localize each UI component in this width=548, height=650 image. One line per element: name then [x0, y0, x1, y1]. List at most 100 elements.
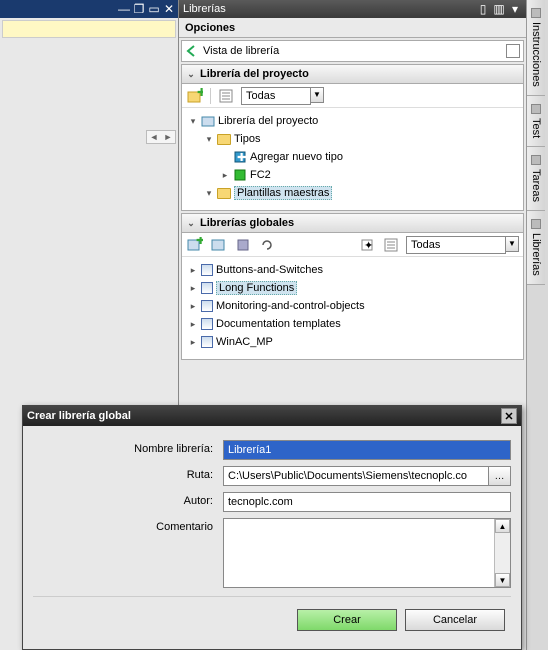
view-toggle-icon[interactable] — [506, 44, 520, 58]
tree-project-root[interactable]: ▾ Librería del proyecto — [184, 112, 521, 130]
tree-tipos[interactable]: ▾ Tipos — [184, 130, 521, 148]
side-tabs: Instrucciones Test Tareas Librerías — [526, 0, 548, 650]
expander-closed-icon[interactable]: ▸ — [188, 265, 198, 276]
cancelar-button[interactable]: Cancelar — [405, 609, 505, 631]
expander-closed-icon[interactable]: ▸ — [188, 319, 198, 330]
tree-label: Librería del proyecto — [218, 115, 318, 127]
dropdown-arrow-icon[interactable]: ▼ — [505, 236, 519, 252]
tree-label: WinAC_MP — [216, 336, 273, 348]
new-library-icon[interactable]: ✚ — [186, 87, 204, 105]
create-global-library-icon[interactable]: ✚ — [186, 236, 204, 254]
expander-closed-icon[interactable]: ▸ — [220, 170, 230, 181]
scrollbar[interactable]: ▲ ▼ — [494, 519, 510, 587]
expander-open-icon[interactable]: ▾ — [204, 188, 214, 199]
browse-button[interactable]: … — [489, 466, 511, 486]
project-filter-select[interactable]: Todas — [241, 87, 311, 105]
list-view-icon[interactable] — [382, 236, 400, 254]
comentario-label: Comentario — [33, 518, 223, 533]
project-library-header[interactable]: ⌄ Librería del proyecto — [181, 64, 524, 84]
project-library-toolbar: ✚ Todas ▼ — [182, 84, 523, 108]
global-libraries-body: ✚ ✦ Todas ▼ — [181, 233, 524, 360]
close-icon[interactable]: ✕ — [501, 408, 517, 424]
global-libraries-header[interactable]: ⌄ Librerías globales — [181, 213, 524, 233]
maximize-icon[interactable]: ▭ — [147, 2, 161, 16]
comentario-textarea[interactable]: ▲ ▼ — [223, 518, 511, 588]
create-global-library-dialog: Crear librería global ✕ Nombre librería:… — [22, 405, 522, 650]
tree-add-type[interactable]: ✚ Agregar nuevo tipo — [184, 148, 521, 166]
crear-button[interactable]: Crear — [297, 609, 397, 631]
library-view-label: Vista de librería — [203, 45, 279, 57]
tree-label: Tipos — [234, 133, 261, 145]
tree-label: Buttons-and-Switches — [216, 264, 323, 276]
pin-icon[interactable]: ▯ — [476, 2, 490, 16]
tab-icon — [531, 8, 541, 18]
save-library-icon[interactable] — [234, 236, 252, 254]
library-view-bar: Vista de librería — [181, 40, 524, 62]
close-icon[interactable]: ✕ — [162, 2, 176, 16]
book-icon — [201, 264, 213, 276]
book-icon — [201, 318, 213, 330]
list-item[interactable]: ▸ WinAC_MP — [184, 333, 521, 351]
tab-tareas[interactable]: Tareas — [527, 147, 545, 211]
tab-label: Test — [530, 118, 542, 138]
button-label: Cancelar — [433, 614, 477, 626]
list-view-icon[interactable] — [217, 87, 235, 105]
dropdown-arrow-icon[interactable]: ▼ — [310, 87, 324, 103]
toggle-icon[interactable]: ✦ — [358, 236, 376, 254]
tab-instrucciones[interactable]: Instrucciones — [527, 0, 545, 96]
expander-closed-icon[interactable]: ▸ — [188, 283, 198, 294]
tree-label: Agregar nuevo tipo — [250, 151, 343, 163]
columns-icon[interactable]: ▥ — [492, 2, 506, 16]
library-icon — [201, 114, 215, 128]
nombre-input[interactable] — [223, 440, 511, 460]
list-item[interactable]: ▸ Long Functions — [184, 279, 521, 297]
svg-text:✚: ✚ — [196, 237, 203, 247]
global-filter-select[interactable]: Todas — [406, 236, 506, 254]
nombre-label: Nombre librería: — [33, 440, 223, 455]
chevron-down-icon[interactable]: ⌄ — [186, 218, 196, 229]
tab-label: Instrucciones — [530, 22, 542, 87]
autor-label: Autor: — [33, 492, 223, 507]
expander-open-icon[interactable]: ▾ — [204, 134, 214, 145]
left-body: ◄► — [0, 40, 178, 140]
restore-icon[interactable]: ❐ — [132, 2, 146, 16]
tree-plantillas[interactable]: ▾ Plantillas maestras — [184, 184, 521, 202]
expander-open-icon[interactable]: ▾ — [188, 116, 198, 127]
left-scroll-indicator[interactable]: ◄► — [146, 130, 176, 144]
tab-test[interactable]: Test — [527, 96, 545, 147]
scroll-down-icon[interactable]: ▼ — [495, 573, 510, 587]
list-item[interactable]: ▸ Monitoring-and-control-objects — [184, 297, 521, 315]
add-type-icon: ✚ — [233, 150, 247, 164]
project-library-tree: ▾ Librería del proyecto ▾ Tipos ✚ Agrega… — [182, 108, 523, 210]
global-libraries-toolbar: ✚ ✦ Todas ▼ — [182, 233, 523, 257]
expander-closed-icon[interactable]: ▸ — [188, 301, 198, 312]
autor-input[interactable] — [223, 492, 511, 512]
refresh-icon[interactable] — [258, 236, 276, 254]
button-label: Crear — [333, 614, 361, 626]
options-bar: Opciones — [179, 18, 526, 38]
tree-label-selected: Plantillas maestras — [234, 186, 332, 200]
back-icon[interactable] — [185, 44, 199, 58]
book-icon — [201, 300, 213, 312]
ruta-label: Ruta: — [33, 466, 223, 481]
svg-text:✦: ✦ — [364, 240, 373, 252]
svg-text:✚: ✚ — [197, 88, 203, 99]
tab-icon — [531, 155, 541, 165]
tree-label: Documentation templates — [216, 318, 341, 330]
panel-menu-icon[interactable]: ▾ — [508, 2, 522, 16]
tab-librerias[interactable]: Librerías — [527, 211, 545, 285]
minimize-icon[interactable]: — — [117, 2, 131, 16]
ruta-input[interactable] — [223, 466, 489, 486]
dialog-titlebar: Crear librería global ✕ — [23, 406, 521, 426]
expander-closed-icon[interactable]: ▸ — [188, 337, 198, 348]
scroll-up-icon[interactable]: ▲ — [495, 519, 510, 533]
left-window-titlebar: — ❐ ▭ ✕ — [0, 0, 178, 18]
tab-label: Librerías — [530, 233, 542, 276]
tree-fc2[interactable]: ▸ FC2 — [184, 166, 521, 184]
list-item[interactable]: ▸ Buttons-and-Switches — [184, 261, 521, 279]
list-item[interactable]: ▸ Documentation templates — [184, 315, 521, 333]
tab-label: Tareas — [530, 169, 542, 202]
project-filter-value: Todas — [246, 90, 275, 102]
open-library-icon[interactable] — [210, 236, 228, 254]
chevron-down-icon[interactable]: ⌄ — [186, 69, 196, 80]
